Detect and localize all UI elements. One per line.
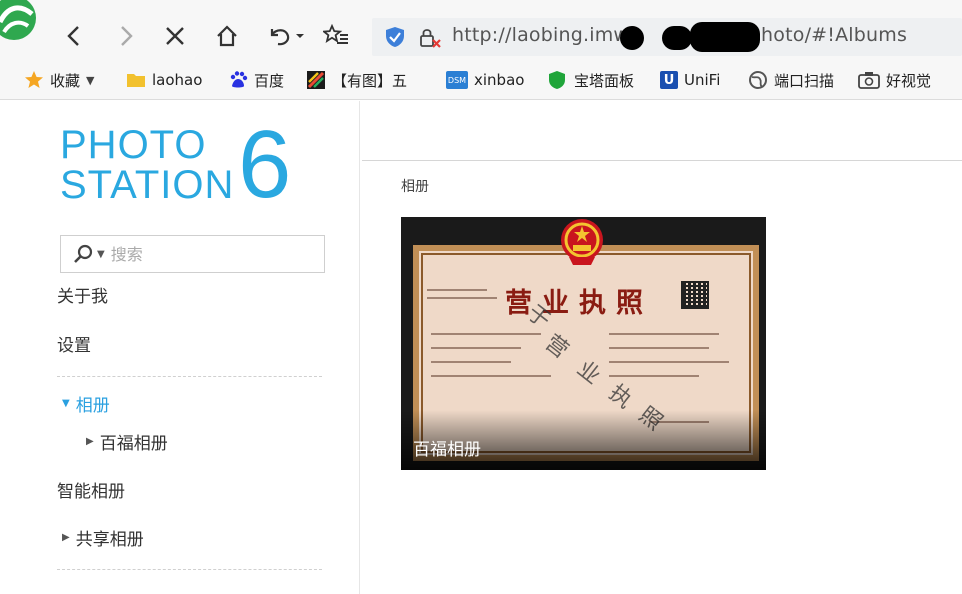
photo-station-logo[interactable]: PHOTO STATION 6 bbox=[60, 117, 300, 213]
cover-text-line bbox=[431, 361, 511, 363]
shield-icon bbox=[386, 27, 404, 47]
cover-text-line bbox=[431, 347, 521, 349]
url-prefix: http://laobing.imw bbox=[452, 24, 630, 46]
caret-right-icon[interactable]: ▶ bbox=[62, 532, 70, 543]
shield-leaf-icon bbox=[549, 71, 565, 89]
bookmark-youtu[interactable]: 【有图】五 bbox=[306, 68, 407, 92]
cover-text-line bbox=[431, 333, 541, 335]
divider bbox=[57, 376, 322, 377]
bookmarks-bar: 收藏 ▼ laohao 百度 【有图】五 DSM xinbao 宝塔面板 U U… bbox=[0, 62, 962, 100]
chevron-left-icon bbox=[67, 26, 79, 46]
baidu-paw-icon bbox=[230, 71, 248, 88]
folder-icon bbox=[127, 74, 145, 87]
redaction-mark bbox=[690, 22, 760, 52]
search-input[interactable] bbox=[110, 244, 301, 264]
logo-word-photo: PHOTO bbox=[60, 123, 207, 167]
sidebar-item-label: 关于我 bbox=[57, 287, 108, 307]
sidebar-item-settings[interactable]: 设置 bbox=[57, 331, 91, 356]
search-box[interactable]: ▼ bbox=[60, 235, 325, 273]
sidebar-item-label: 相册 bbox=[75, 396, 110, 416]
redaction-mark bbox=[620, 26, 644, 50]
national-emblem-icon bbox=[561, 219, 603, 265]
stop-button[interactable] bbox=[159, 20, 191, 52]
bookmark-unifi[interactable]: U UniFi bbox=[660, 68, 720, 92]
bookmark-label: laohao bbox=[152, 71, 203, 89]
breadcrumb: 相册 bbox=[401, 179, 429, 195]
unifi-icon: U bbox=[660, 71, 678, 89]
forward-button[interactable] bbox=[110, 20, 142, 52]
globe-icon bbox=[749, 71, 767, 89]
bookmark-label: UniFi bbox=[684, 71, 721, 89]
address-bar[interactable]: http://laobing.imw/photo/#!Albums bbox=[372, 18, 962, 56]
bookmark-favorites[interactable]: 收藏 ▼ bbox=[24, 68, 94, 92]
cover-text-line bbox=[609, 361, 729, 363]
close-icon bbox=[166, 27, 184, 45]
qr-code-icon bbox=[681, 281, 709, 309]
favorites-button[interactable] bbox=[320, 20, 352, 52]
bookmark-port-scan[interactable]: 端口扫描 bbox=[748, 68, 834, 92]
insecure-lock-icon bbox=[420, 29, 441, 48]
colorful-square-icon bbox=[307, 71, 325, 89]
back-button[interactable] bbox=[58, 20, 90, 52]
sidebar: PHOTO STATION 6 ▼ 关于我 设置 ▼ 相册 ▶ 百福相册 智能相… bbox=[0, 101, 360, 594]
sidebar-item-label: 智能相册 bbox=[57, 482, 125, 502]
sidebar-item-smart-albums[interactable]: 智能相册 bbox=[57, 477, 125, 502]
camera-icon bbox=[858, 72, 880, 89]
cover-text-line bbox=[431, 375, 551, 377]
logo-number: 6 bbox=[238, 111, 292, 218]
cover-text-line bbox=[609, 333, 719, 335]
search-icon[interactable] bbox=[73, 243, 95, 265]
bookmark-label: 【有图】五 bbox=[332, 71, 408, 90]
sidebar-item-baifu-album[interactable]: ▶ 百福相册 bbox=[86, 429, 168, 454]
url-suffix: /photo/#!Albums bbox=[742, 24, 908, 46]
bookmark-label: xinbao bbox=[474, 71, 525, 89]
star-icon bbox=[25, 71, 43, 88]
caret-down-icon[interactable]: ▼ bbox=[62, 398, 70, 409]
sidebar-item-label: 百福相册 bbox=[99, 434, 168, 454]
bookmark-label: 收藏 bbox=[50, 71, 81, 90]
cover-watermark-char: 执 bbox=[604, 380, 637, 414]
cover-watermark-char: 业 bbox=[572, 356, 605, 390]
home-button[interactable] bbox=[211, 20, 243, 52]
bookmark-baidu[interactable]: 百度 bbox=[228, 68, 284, 92]
sidebar-item-albums[interactable]: ▼ 相册 bbox=[62, 391, 110, 416]
bookmark-label: 好视觉 bbox=[886, 71, 932, 90]
sidebar-item-label: 设置 bbox=[57, 336, 91, 356]
bookmark-laohao[interactable]: laohao bbox=[126, 68, 202, 92]
browser-toolbar: http://laobing.imw/photo/#!Albums bbox=[0, 0, 962, 70]
bookmark-haoshijue[interactable]: 好视觉 bbox=[858, 68, 931, 92]
sidebar-item-label: 共享相册 bbox=[75, 530, 144, 550]
caret-down-icon[interactable]: ▼ bbox=[86, 74, 94, 87]
undo-icon bbox=[270, 29, 304, 46]
cover-text-line bbox=[427, 289, 487, 291]
bookmark-baota[interactable]: 宝塔面板 bbox=[548, 68, 634, 92]
bookmark-label: 端口扫描 bbox=[774, 71, 835, 90]
sidebar-item-shared-albums[interactable]: ▶ 共享相册 bbox=[62, 525, 144, 550]
album-title: 百福相册 bbox=[413, 440, 481, 460]
content-divider bbox=[362, 160, 962, 161]
chevron-right-icon bbox=[121, 26, 133, 46]
undo-close-tab-button[interactable] bbox=[264, 20, 308, 52]
star-list-icon bbox=[323, 24, 348, 44]
bookmark-xinbao[interactable]: DSM xinbao bbox=[446, 68, 524, 92]
album-tile-baifu[interactable]: 营业执照 于 营 业 执 照 百福相册 bbox=[401, 217, 766, 470]
home-icon bbox=[217, 25, 237, 47]
divider bbox=[57, 569, 322, 570]
logo-word-station: STATION bbox=[60, 163, 235, 207]
caret-right-icon[interactable]: ▶ bbox=[86, 436, 94, 447]
redaction-mark bbox=[662, 26, 692, 50]
caret-down-icon[interactable]: ▼ bbox=[97, 249, 105, 260]
browser-logo-icon bbox=[0, 0, 36, 40]
sidebar-item-about[interactable]: 关于我 bbox=[57, 282, 108, 307]
cover-text-line bbox=[609, 347, 709, 349]
dsm-icon: DSM bbox=[446, 71, 468, 89]
bookmark-label: 宝塔面板 bbox=[574, 71, 635, 90]
cover-watermark-char: 营 bbox=[540, 330, 573, 364]
bookmark-label: 百度 bbox=[254, 71, 285, 90]
cover-text-line bbox=[427, 297, 497, 299]
